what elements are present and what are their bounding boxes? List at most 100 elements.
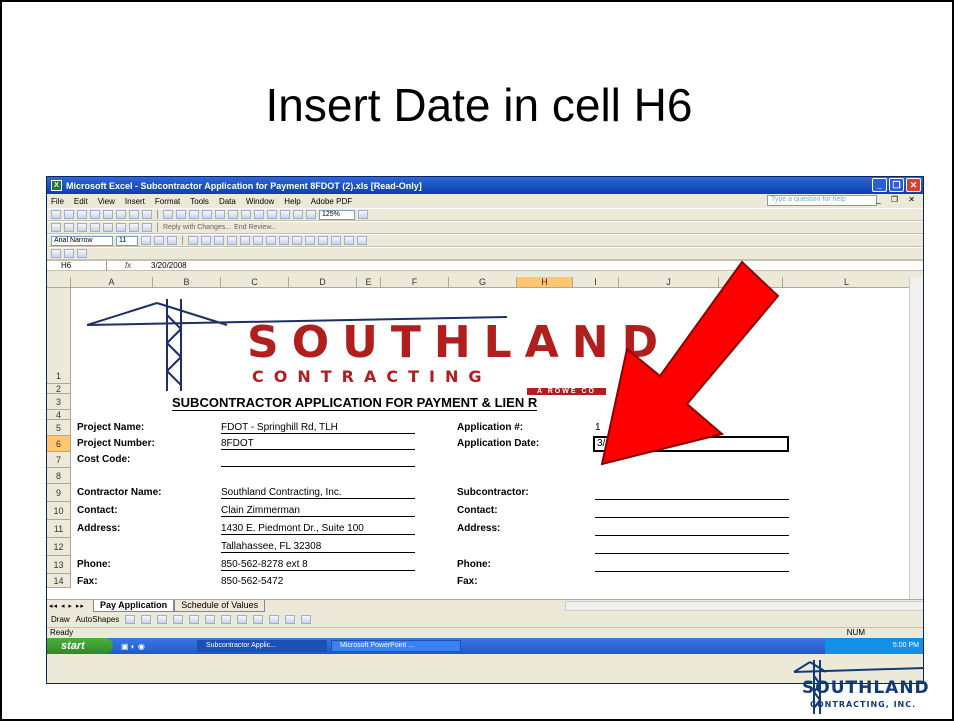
format-painter-icon[interactable] [202, 210, 212, 219]
sub-contact-value[interactable] [595, 505, 789, 518]
row-header-10[interactable]: 10 [47, 502, 71, 520]
3d-style-icon[interactable] [301, 615, 312, 624]
fax-value[interactable]: 850-562-5472 [221, 576, 283, 587]
menu-file[interactable]: File [51, 197, 64, 206]
convert-and-review-icon[interactable] [77, 249, 87, 258]
align-center-icon[interactable] [201, 236, 211, 245]
project-name-value[interactable]: FDOT - Springhill Rd, TLH [221, 422, 415, 434]
city-state-value[interactable]: Tallahassee, FL 32308 [221, 541, 415, 553]
phone-value[interactable]: 850-562-8278 ext 8 [221, 559, 415, 571]
menu-window[interactable]: Window [246, 197, 274, 206]
font-size-select[interactable]: 11 [116, 235, 138, 246]
redo-icon[interactable] [228, 210, 238, 219]
email-icon[interactable] [103, 210, 113, 219]
row-header-5[interactable]: 5 [47, 420, 71, 436]
column-header-e[interactable]: E [357, 277, 381, 288]
borders-icon[interactable] [331, 236, 341, 245]
column-header-f[interactable]: F [381, 277, 449, 288]
restore-button[interactable]: ❐ [889, 178, 904, 192]
row-header-2[interactable]: 2 [47, 384, 71, 394]
fx-icon[interactable]: fx [107, 261, 147, 270]
row-header-11[interactable]: 11 [47, 520, 71, 538]
row-header-4[interactable]: 4 [47, 410, 71, 420]
convert-to-pdf-icon[interactable] [51, 249, 61, 258]
wordart-icon[interactable] [205, 615, 216, 624]
permission-icon[interactable] [90, 210, 100, 219]
new-comment-icon[interactable] [51, 223, 61, 232]
fill-color-icon[interactable] [344, 236, 354, 245]
next-comment-icon[interactable] [77, 223, 87, 232]
vertical-scrollbar[interactable] [909, 277, 923, 599]
open-icon[interactable] [64, 210, 74, 219]
menu-help[interactable]: Help [284, 197, 300, 206]
address-value[interactable]: 1430 E. Piedmont Dr., Suite 100 [221, 523, 415, 535]
reply-with-changes-button[interactable]: Reply with Changes... [163, 224, 231, 231]
menu-tools[interactable]: Tools [190, 197, 209, 206]
row-header-6[interactable]: 6 [47, 436, 71, 452]
row-header-8[interactable]: 8 [47, 468, 71, 484]
align-left-icon[interactable] [188, 236, 198, 245]
sub-city-state-value[interactable] [595, 541, 789, 554]
menu-data[interactable]: Data [219, 197, 236, 206]
minimize-button[interactable]: _ [872, 178, 887, 192]
create-task-icon[interactable] [129, 223, 139, 232]
sort-descending-icon[interactable] [280, 210, 290, 219]
quick-launch[interactable]: ▣ ◐ ◉ [113, 642, 193, 651]
increase-indent-icon[interactable] [318, 236, 328, 245]
row-header-7[interactable]: 7 [47, 452, 71, 468]
tab-scroll-buttons[interactable]: ◂◂ ◂ ▸ ▸▸ [47, 602, 93, 610]
help-icon[interactable] [358, 210, 368, 219]
workbook-window-controls[interactable]: _ ❐ ✕ [876, 195, 919, 204]
underline-icon[interactable] [167, 236, 177, 245]
draw-menu[interactable]: Draw [51, 615, 70, 624]
merge-center-icon[interactable] [227, 236, 237, 245]
excel-title-bar[interactable]: X Microsoft Excel - Subcontractor Applic… [47, 177, 923, 194]
column-header-b[interactable]: B [153, 277, 221, 288]
row-header-9[interactable]: 9 [47, 484, 71, 502]
autoshapes-menu[interactable]: AutoShapes [76, 615, 120, 624]
sort-ascending-icon[interactable] [267, 210, 277, 219]
print-preview-icon[interactable] [129, 210, 139, 219]
subcontractor-value[interactable] [595, 487, 789, 500]
chart-wizard-icon[interactable] [293, 210, 303, 219]
menu-format[interactable]: Format [155, 197, 180, 206]
project-number-value[interactable]: 8FDOT [221, 438, 415, 450]
arrow-icon[interactable] [141, 615, 152, 624]
drawing-icon[interactable] [306, 210, 316, 219]
show-all-comments-icon[interactable] [103, 223, 113, 232]
fill-color-icon[interactable] [221, 615, 232, 624]
taskbar-excel[interactable]: Subcontractor Applic... [197, 640, 327, 652]
cut-icon[interactable] [163, 210, 173, 219]
line-color-icon[interactable] [237, 615, 248, 624]
save-icon[interactable] [77, 210, 87, 219]
row-header-13[interactable]: 13 [47, 556, 71, 574]
column-header-g[interactable]: G [449, 277, 517, 288]
undo-icon[interactable] [215, 210, 225, 219]
paste-icon[interactable] [189, 210, 199, 219]
font-color-icon[interactable] [253, 615, 264, 624]
update-file-icon[interactable] [142, 223, 152, 232]
decrease-indent-icon[interactable] [305, 236, 315, 245]
new-icon[interactable] [51, 210, 61, 219]
excel-app-icon[interactable]: X [51, 180, 62, 191]
line-icon[interactable] [125, 615, 136, 624]
column-header-a[interactable]: A [71, 277, 153, 288]
menu-edit[interactable]: Edit [74, 197, 88, 206]
menu-adobe-pdf[interactable]: Adobe PDF [311, 197, 352, 206]
horizontal-scrollbar[interactable] [565, 600, 923, 611]
tab-schedule-of-values[interactable]: Schedule of Values [174, 599, 266, 612]
start-button[interactable]: start [47, 638, 113, 654]
formula-input[interactable]: 3/20/2008 [147, 261, 187, 270]
show-comment-icon[interactable] [90, 223, 100, 232]
row-header-14[interactable]: 14 [47, 574, 71, 588]
zoom-select[interactable]: 125% [319, 209, 355, 220]
column-header-l[interactable]: L [783, 277, 911, 288]
increase-decimal-icon[interactable] [279, 236, 289, 245]
comma-icon[interactable] [266, 236, 276, 245]
oval-icon[interactable] [173, 615, 184, 624]
sub-phone-value[interactable] [595, 559, 789, 572]
currency-icon[interactable] [240, 236, 250, 245]
name-box[interactable]: H6 [47, 260, 107, 271]
close-button[interactable]: ✕ [906, 178, 921, 192]
tab-pay-application[interactable]: Pay Application [93, 599, 175, 612]
